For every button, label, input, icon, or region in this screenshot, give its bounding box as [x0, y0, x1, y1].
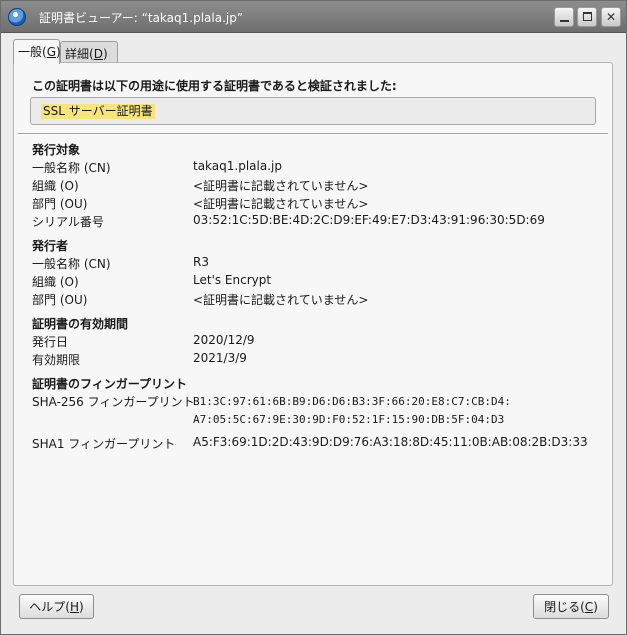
tab-general[interactable]: 一般(G)	[13, 39, 61, 64]
help-button-label: ヘルプ(	[29, 599, 70, 614]
issued-to-o-label: 組織 (O)	[32, 179, 79, 193]
sha256-value-line1: B1:3C:97:61:6B:B9:D6:D6:B3:3F:66:20:E8:C…	[193, 395, 511, 408]
close-button[interactable]: 閉じる(C)	[533, 594, 609, 619]
issued-to-heading: 発行対象	[32, 143, 81, 157]
issued-by-o-label: 組織 (O)	[32, 275, 79, 289]
issued-to-ou-label: 部門 (OU)	[32, 197, 88, 211]
general-panel: この証明書は以下の用途に使用する証明書であると検証されました: SSL サーバー…	[13, 62, 613, 586]
sha256-label: SHA-256 フィンガープリント	[32, 395, 195, 409]
minimize-icon	[560, 20, 569, 22]
issued-by-cn-label: 一般名称 (CN)	[32, 257, 111, 271]
verified-heading: この証明書は以下の用途に使用する証明書であると検証されました:	[32, 79, 397, 93]
serial-number-label: シリアル番号	[32, 215, 104, 229]
certificate-viewer-window: 証明書ビューアー: “takaq1.plala.jp” ✕ 一般(G) 詳細(D…	[0, 0, 627, 635]
tab-details-label: 詳細(	[65, 47, 94, 61]
issued-by-heading: 発行者	[32, 239, 69, 253]
serial-number-value: 03:52:1C:5D:BE:4D:2C:D9:EF:49:E7:D3:43:9…	[193, 213, 545, 227]
maximize-icon	[583, 12, 592, 21]
issued-by-o-value: Let's Encrypt	[193, 273, 272, 287]
usage-item: SSL サーバー証明書	[41, 104, 155, 119]
issued-by-cn-value: R3	[193, 255, 209, 269]
validity-heading: 証明書の有効期間	[32, 317, 129, 331]
issued-by-ou-label: 部門 (OU)	[32, 293, 88, 307]
close-window-button[interactable]: ✕	[601, 7, 621, 27]
issued-on-label: 発行日	[32, 335, 69, 349]
window-title: 証明書ビューアー: “takaq1.plala.jp”	[39, 11, 244, 25]
issued-to-ou-value: <証明書に記載されていません>	[193, 197, 369, 211]
title-bar[interactable]: 証明書ビューアー: “takaq1.plala.jp” ✕	[1, 1, 626, 33]
close-button-suffix: )	[593, 599, 598, 614]
issued-to-cn-value: takaq1.plala.jp	[193, 159, 282, 173]
tab-details-suffix: )	[102, 47, 108, 61]
help-button[interactable]: ヘルプ(H)	[19, 594, 94, 619]
sha1-label: SHA1 フィンガープリント	[32, 437, 176, 451]
expires-on-label: 有効期限	[32, 353, 81, 367]
sha1-value: A5:F3:69:1D:2D:43:9D:D9:76:A3:18:8D:45:1…	[193, 435, 588, 449]
fingerprints-heading: 証明書のフィンガープリント	[32, 377, 188, 391]
app-logo-icon	[8, 8, 26, 26]
issued-by-ou-value: <証明書に記載されていません>	[193, 293, 369, 307]
tab-general-suffix: )	[56, 45, 61, 59]
usage-list: SSL サーバー証明書	[30, 97, 596, 125]
expires-on-value: 2021/3/9	[193, 351, 247, 365]
help-button-suffix: )	[79, 599, 84, 614]
tab-details-mnemonic: D	[93, 47, 103, 61]
issued-on-value: 2020/12/9	[193, 333, 255, 347]
close-button-label: 閉じる(	[544, 599, 585, 614]
close-button-mnemonic: C	[584, 599, 594, 614]
tab-details[interactable]: 詳細(D)	[60, 41, 118, 63]
tab-general-label: 一般(	[18, 45, 47, 59]
minimize-button[interactable]	[554, 7, 574, 27]
issued-to-cn-label: 一般名称 (CN)	[32, 161, 111, 175]
divider	[18, 133, 608, 135]
close-icon: ✕	[605, 10, 617, 24]
maximize-button[interactable]	[577, 7, 597, 27]
sha256-value-line2: A7:05:5C:67:9E:30:9D:F0:52:1F:15:90:DB:5…	[193, 413, 505, 426]
help-button-mnemonic: H	[69, 599, 80, 614]
issued-to-o-value: <証明書に記載されていません>	[193, 179, 369, 193]
tab-general-mnemonic: G	[46, 45, 56, 59]
